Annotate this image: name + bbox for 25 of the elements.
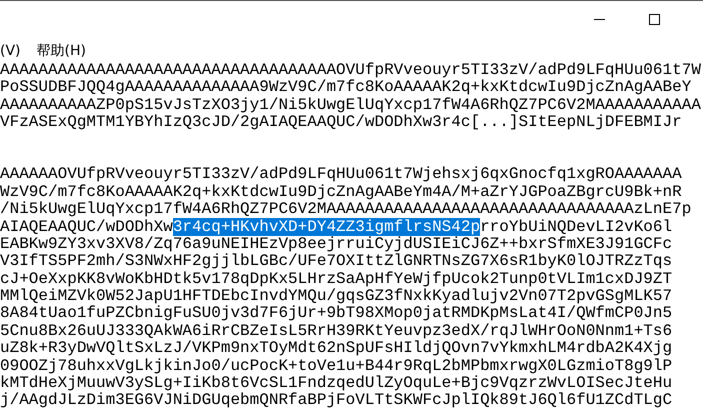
line-text: AIAQEAAQUC/wDODhXw	[0, 218, 173, 236]
text-line: V3IfTS5PF2mh/S3NWxHF2gjjlbLGBc/UFe7OXIttZlGNRTNsZG7X6sR1byK0lOJTRZzTqs	[0, 253, 674, 271]
text-line: AAAAAAOVUfpRVveouyr5TI33zV/adPd9LFqHUu061t7Wjehsxj6qxGnocfq1xgROAAAAAAA	[0, 166, 683, 184]
text-line: cJ+OeXxpKK8vWoKbHDtk5v178qDpKx5LHrzSaApHfYeWjfpUcok2Tunp0tVLIm1cxDJ9ZT	[0, 270, 674, 288]
line-text: rroYbUiNQDevLI2vKo6l	[480, 218, 672, 236]
selected-text: 3r4cq+HKvhvXD+DY4ZZ3igmflrsNS42p	[172, 218, 480, 236]
text-line: WzV9C/m7fc8KoAAAAAK2q+kxKtdcwIu9DjcZnAgAABeYm4A/M+aZrYJGPoaZBgrcU9Bk+nR	[0, 184, 683, 201]
text-line: 5Cnu8Bx26uUJ333QAkWA6iRrCBZeIsL5RrH39RKtYeuvpz3edX/rqJlWHrOoN0Nnm1+Ts6	[0, 322, 674, 340]
text-line: j/AAgdJLzDim3EG6VJNiDGUqebmQNRfaBPjFoVLTtSKWFcJplIQk89tJ6Ql6fU1ZCdTLgC	[0, 392, 674, 409]
maximize-icon	[649, 14, 660, 25]
text-line: /Ni5kUwgElUqYxcp17fW4A6RhQZ7PC6V2MAAAAAAAAAAAAAAAAAAAAAAAAAAAAAAAAzLnE7p	[0, 201, 692, 219]
text-line: EABKw9ZY3xv3XV8/Zq76a9uNEIHEzVp8eejrruiCyjdUSIEiCJ6Z++bxrSfmXE3J91GCFc	[0, 236, 674, 253]
text-line: 09OOZj78uhxxVgLkjkinJo0/ucPocK+toVe1u+B44r9RqL2bMPbmxrwgX0LGzmioT8g9lP	[0, 358, 674, 375]
text-line: AAAAAAAAAAZP0pS15vJsTzXO3jy1/Ni5kUwgElUqYxcp17fW4A6RhQZ7PC6V2MAAAAAAAAAAA	[0, 96, 702, 114]
text-line: kMTdHeXjMuuwV3ySLg+IiKb8t6VcSL1FndzqedUlZyOquLe+Bjc9VqzrzWvLOISecJteHu	[0, 375, 674, 392]
menu-item[interactable]: (V)	[0, 43, 21, 59]
text-line: PoSSUDBFJQQ4gAAAAAAAAAAAAAA9WzV9C/m7fc8KoAAAAAK2q+kxKtdcwIu9DjcZnAgAABeY	[0, 79, 692, 97]
text-line: MMlQeiMZVk0W52JapU1HFTDEbcInvdYMQu/gqsGZ3fNxkKyadlujv2Vn07T2pvGSgMLK57	[0, 288, 674, 306]
text-line: AAAAAAAAAAAAAAAAAAAAAAAAAAAAAAAAAAAOVUfpRVveouyr5TI33zV/adPd9LFqHUu061t7W	[0, 62, 702, 79]
text-area[interactable]	[0, 62, 703, 409]
minimize-icon	[594, 19, 605, 20]
text-line: uZ8k+R3yDwVQltSxLzJ/VKPm9nxTOyMdt62nSpUFsHIldjQOvn7vYkmxhLM4rdbA2K4Xjg	[0, 340, 674, 358]
menu-item[interactable]: 帮助(H)	[36, 42, 86, 60]
text-line: 8A84tUao1fuPZCbnigFuSU0jv3d7F6jUr+9bT98XMop0jatRMDKpMsLat4I/QWfmCP0Jn5	[0, 305, 674, 323]
text-line: VFzASExQgMTM1YBYhIzQ3cJD/2gAIAQEAAQUC/wDODhXw3r4c[...]SItEepNLjDFEBMIJr	[0, 114, 683, 132]
